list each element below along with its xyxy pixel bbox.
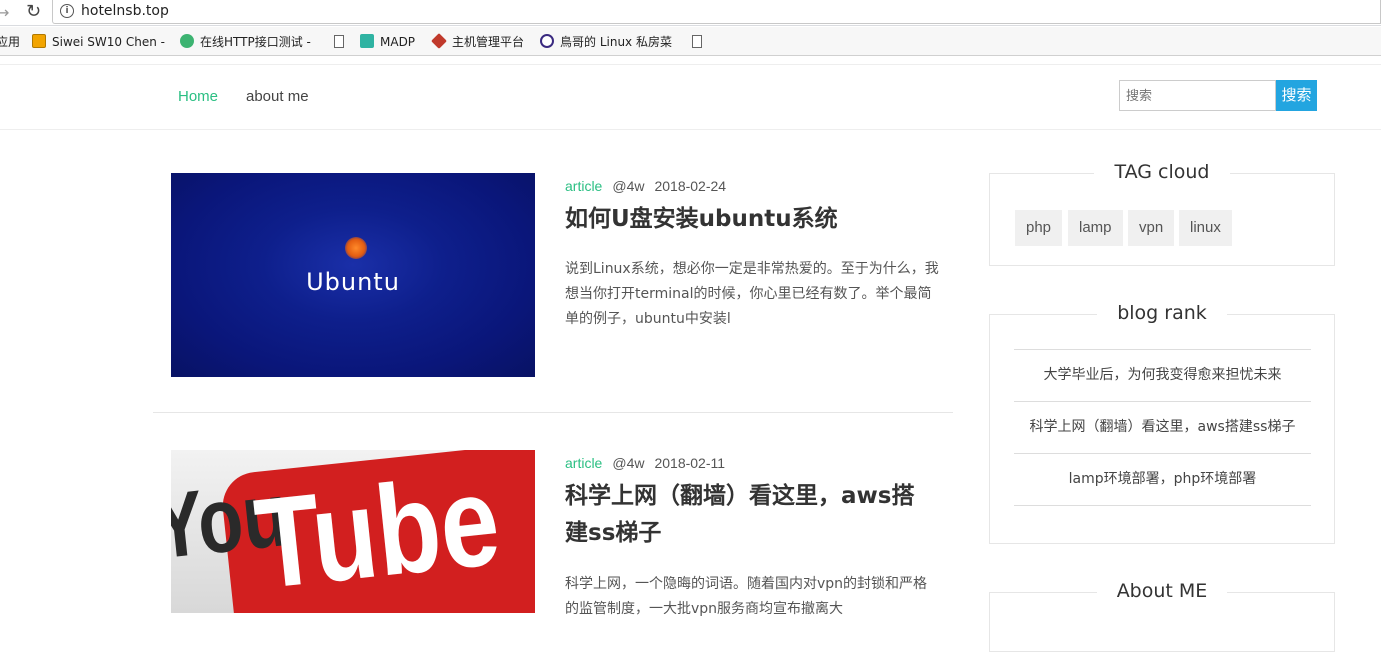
thumbnail-caption: Ubuntu (306, 268, 400, 296)
rank-item[interactable]: lamp环境部署，php环境部署 (1014, 454, 1311, 506)
post-meta: article @4w 2018-02-24 (565, 178, 726, 194)
reload-icon[interactable]: ↻ (26, 1, 41, 22)
tag-lamp[interactable]: lamp (1068, 210, 1123, 246)
post-category[interactable]: article (565, 455, 602, 471)
bookmark-label: 应用 (0, 35, 21, 49)
page-icon (692, 35, 702, 48)
bookmark-page-2[interactable] (692, 33, 702, 51)
tag-linux[interactable]: linux (1179, 210, 1232, 246)
search-button[interactable]: 搜索 (1276, 80, 1317, 111)
search-input[interactable] (1119, 80, 1276, 111)
nav-about-link[interactable]: about me (246, 88, 309, 105)
post-category[interactable]: article (565, 178, 602, 194)
thumbnail-caption: Tube (249, 450, 506, 613)
post-thumbnail-ubuntu[interactable]: Ubuntu (171, 173, 535, 377)
address-bar[interactable]: i hotelnsb.top (52, 0, 1381, 24)
rank-list: 大学毕业后，为何我变得愈来担忧未来 科学上网（翻墙）看这里，aws搭建ss梯子 … (1014, 349, 1311, 506)
ubuntu-logo-icon (345, 237, 367, 259)
info-icon[interactable]: i (60, 4, 74, 18)
bookmarks-bar: 应用 Siwei SW10 Chen - 在线HTTP接口测试 - MADP 主… (0, 27, 1381, 56)
bookmark-linux[interactable]: 鳥哥的 Linux 私房菜 (540, 33, 672, 51)
post-author: @4w (612, 455, 645, 471)
bookmark-host-admin[interactable]: 主机管理平台 (431, 33, 525, 51)
bookmark-label: 主机管理平台 (452, 35, 525, 49)
post-divider (153, 412, 953, 413)
siwei-icon (32, 34, 46, 48)
tag-vpn[interactable]: vpn (1128, 210, 1175, 246)
site-header: Home about me 搜索 (0, 64, 1381, 130)
bookmark-siwei[interactable]: Siwei SW10 Chen - (32, 33, 165, 51)
post-meta: article @4w 2018-02-11 (565, 455, 725, 471)
tag-cloud-widget: TAG cloud php lamp vpn linux (989, 161, 1335, 266)
bookmark-label: 鳥哥的 Linux 私房菜 (560, 35, 672, 49)
nav-home-link[interactable]: Home (178, 88, 218, 105)
bookmark-madp[interactable]: MADP (360, 33, 415, 51)
widget-title: About ME (990, 580, 1334, 602)
post-excerpt: 说到Linux系统，想必你一定是非常热爱的。至于为什么，我想当你打开termin… (565, 261, 939, 327)
widget-title: blog rank (990, 302, 1334, 324)
bookmark-page[interactable] (334, 33, 344, 51)
host-icon (431, 33, 447, 49)
post-excerpt: 科学上网，一个隐晦的词语。随着国内对vpn的封锁和严格的监管制度，一大批vpn服… (565, 576, 928, 617)
back-arrow-icon[interactable]: → (0, 3, 9, 22)
rank-item[interactable]: 科学上网（翻墙）看这里，aws搭建ss梯子 (1014, 402, 1311, 454)
blog-rank-widget: blog rank 大学毕业后，为何我变得愈来担忧未来 科学上网（翻墙）看这里，… (989, 302, 1335, 544)
bookmark-http-test[interactable]: 在线HTTP接口测试 - (180, 33, 311, 51)
post-title[interactable]: 如何U盘安装ubuntu系统 (565, 201, 935, 238)
gear-icon (180, 34, 194, 48)
bookmark-label: 在线HTTP接口测试 - (200, 35, 311, 49)
url-text[interactable]: hotelnsb.top (81, 3, 169, 19)
page-icon (334, 35, 344, 48)
about-me-widget: About ME (989, 580, 1335, 652)
post-title[interactable]: 科学上网（翻墙）看这里，aws搭建ss梯子 (565, 478, 935, 552)
rank-item[interactable]: 大学毕业后，为何我变得愈来担忧未来 (1014, 350, 1311, 402)
widget-title: TAG cloud (990, 161, 1334, 183)
linux-icon (540, 34, 554, 48)
bookmark-label: Siwei SW10 Chen - (52, 35, 165, 49)
browser-toolbar: → ↻ i hotelnsb.top (0, 0, 1381, 26)
tag-php[interactable]: php (1015, 210, 1063, 246)
post-author: @4w (612, 178, 645, 194)
post-date: 2018-02-24 (654, 178, 727, 194)
madp-icon (360, 34, 374, 48)
post-date: 2018-02-11 (654, 455, 726, 471)
post-thumbnail-youtube[interactable]: You Tube (171, 450, 535, 613)
bookmark-apps[interactable]: 应用 (0, 33, 20, 51)
bookmark-label: MADP (380, 35, 416, 49)
